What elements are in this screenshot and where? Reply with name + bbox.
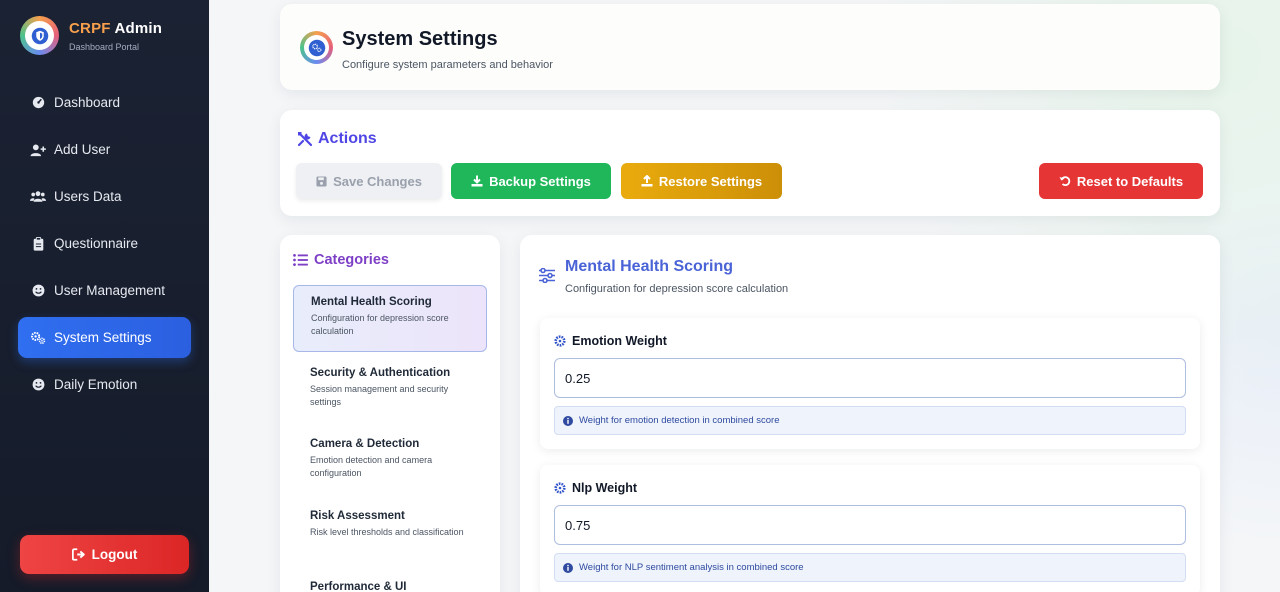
floppy-disk-icon [316,175,327,187]
nlp-weight-input[interactable] [554,505,1186,545]
category-risk-assessment[interactable]: Risk Assessment Risk level thresholds an… [293,500,487,566]
category-name: Security & Authentication [310,367,451,379]
category-description: Emotion detection and camera configurati… [310,455,433,478]
sidebar-item-add-user[interactable]: Add User [18,129,191,170]
shield-icon [31,27,48,44]
sidebar-item-label: Dashboard [54,95,121,110]
sidebar-item-label: System Settings [54,330,152,345]
category-performance-ui[interactable]: Performance & UI [293,571,487,592]
sidebar-item-dashboard[interactable]: Dashboard [18,82,191,123]
save-changes-label: Save Changes [333,173,422,189]
setting-emotion-weight: Emotion Weight Weight for emotion detect… [540,318,1200,449]
sidebar-nav: Dashboard Add User Users Data Questionna… [18,82,191,411]
sidebar-item-system-settings[interactable]: System Settings [18,317,191,358]
emotion-weight-input[interactable] [554,358,1186,398]
page-header: System Settings Configure system paramet… [280,4,1220,90]
category-security-authentication[interactable]: Security & Authentication Session manage… [293,357,487,423]
gears-icon [30,330,46,346]
sidebar-item-label: Users Data [54,189,122,204]
reset-defaults-button[interactable]: Reset to Defaults [1039,163,1203,199]
field-hint: Weight for emotion detection in combined… [554,406,1186,435]
section-subtitle: Configuration for depression score calcu… [565,283,789,295]
brand: CRPF Admin Dashboard Portal [20,16,162,55]
categories-heading: Categories [293,252,389,268]
field-label: Nlp Weight [554,481,637,495]
category-name: Performance & UI [310,581,407,592]
upload-icon [641,175,653,187]
restore-settings-label: Restore Settings [658,173,763,189]
sidebar-item-daily-emotion[interactable]: Daily Emotion [18,364,191,405]
info-icon [563,415,573,426]
gauge-icon [30,95,46,111]
smile-icon [30,283,46,299]
category-name: Risk Assessment [310,510,405,522]
category-name: Camera & Detection [310,438,420,450]
brand-logo [20,16,59,55]
category-description: Risk level thresholds and classification [310,527,464,537]
category-mental-health-scoring[interactable]: Mental Health Scoring Configuration for … [293,285,487,352]
category-description: Session management and security settings [310,384,449,407]
field-label: Emotion Weight [554,334,667,348]
cog-icon [554,335,566,347]
settings-panel: Mental Health Scoring Configuration for … [520,235,1220,592]
categories-panel: Categories Mental Health Scoring Configu… [280,235,500,592]
restore-settings-button[interactable]: Restore Settings [621,163,782,199]
category-camera-detection[interactable]: Camera & Detection Emotion detection and… [293,428,487,494]
undo-icon [1059,175,1071,187]
sidebar-item-label: Questionnaire [54,236,139,251]
download-icon [471,175,483,187]
category-description: Configuration for depression score calcu… [311,313,449,336]
tools-icon [297,131,313,147]
actions-panel: Actions Save Changes Backup Settings Res… [280,110,1220,216]
backup-settings-label: Backup Settings [489,173,591,189]
sidebar: CRPF Admin Dashboard Portal Dashboard Ad… [0,0,209,592]
sidebar-item-users-data[interactable]: Users Data [18,176,191,217]
user-plus-icon [30,142,46,158]
page-subtitle: Configure system parameters and behavior [342,59,553,71]
sliders-icon [539,268,555,283]
clipboard-icon [30,236,46,252]
sidebar-item-label: User Management [54,283,166,298]
logout-label: Logout [91,547,138,562]
sign-out-icon [71,548,86,561]
info-icon [563,562,573,573]
smile-icon [30,377,46,393]
field-hint: Weight for NLP sentiment analysis in com… [554,553,1186,582]
brand-subtitle: Dashboard Portal [69,41,140,52]
sidebar-item-label: Daily Emotion [54,377,138,392]
cog-icon [554,482,566,494]
backup-settings-button[interactable]: Backup Settings [451,163,611,199]
setting-nlp-weight: Nlp Weight Weight for NLP sentiment anal… [540,465,1200,592]
sidebar-item-user-management[interactable]: User Management [18,270,191,311]
brand-title: CRPF Admin [69,19,163,37]
actions-heading: Actions [297,130,377,148]
category-name: Mental Health Scoring [311,296,432,308]
section-title: Mental Health Scoring [565,258,734,275]
reset-defaults-label: Reset to Defaults [1076,173,1184,189]
save-changes-button[interactable]: Save Changes [296,163,442,199]
main-content: System Settings Configure system paramet… [209,0,1280,592]
sidebar-item-questionnaire[interactable]: Questionnaire [18,223,191,264]
page-title: System Settings [342,28,498,50]
users-icon [30,189,46,205]
list-icon [293,254,308,266]
settings-logo-icon [300,31,333,64]
logout-button[interactable]: Logout [20,535,189,574]
sidebar-item-label: Add User [54,142,111,157]
